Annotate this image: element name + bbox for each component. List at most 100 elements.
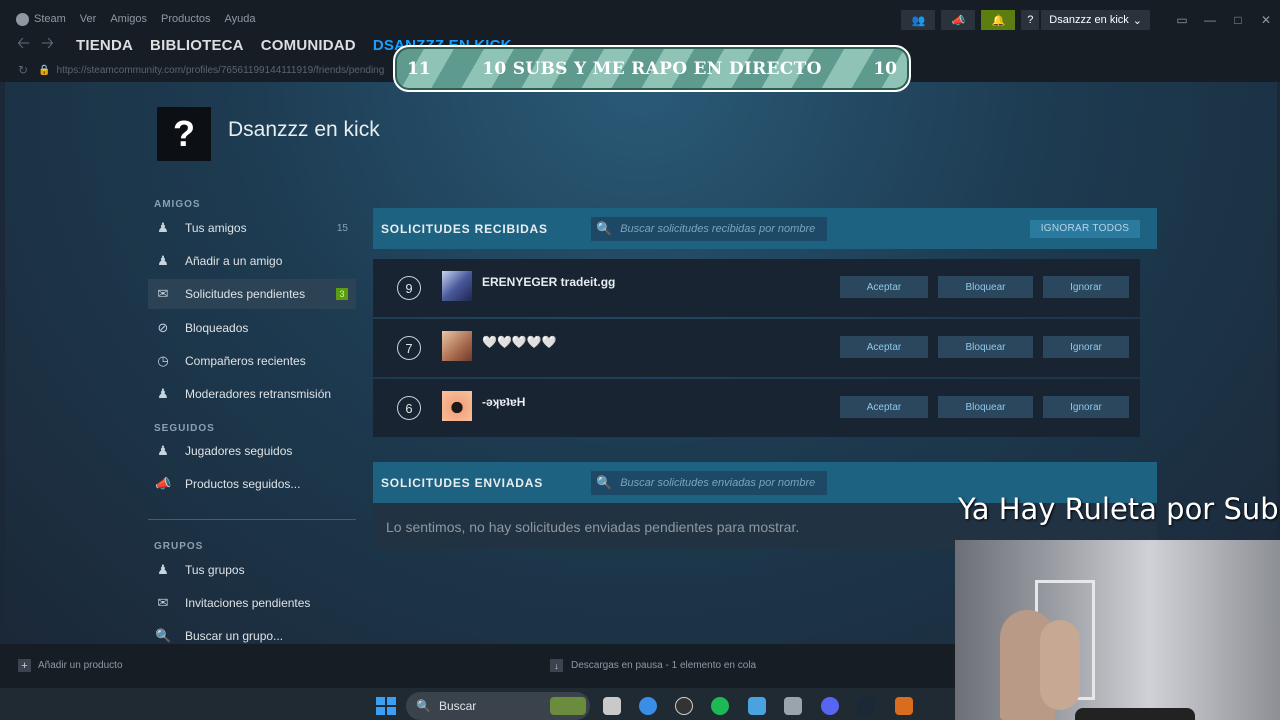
block-button[interactable]: Bloquear bbox=[938, 336, 1033, 358]
close-icon[interactable]: ✕ bbox=[1252, 13, 1280, 27]
webcam-feed bbox=[955, 540, 1280, 720]
sidebar-item-label: Invitaciones pendientes bbox=[185, 596, 311, 610]
account-menu-button[interactable]: Dsanzzz en kick ⌄ bbox=[1041, 10, 1150, 30]
sidebar-item-solicitudes-pendientes[interactable]: ✉ Solicitudes pendientes 3 bbox=[148, 279, 356, 309]
steam-taskbar-icon[interactable] bbox=[857, 697, 875, 715]
search-icon: 🔍 bbox=[596, 474, 613, 490]
received-search-input[interactable]: 🔍 Buscar solicitudes recibidas por nombr… bbox=[591, 216, 827, 241]
chrome-icon[interactable] bbox=[639, 697, 657, 715]
section-seguidos: SEGUIDOS bbox=[154, 423, 215, 434]
url-text[interactable]: https://steamcommunity.com/profiles/7656… bbox=[57, 65, 385, 76]
sidebar-item-anadir-amigo[interactable]: ♟ Añadir a un amigo bbox=[148, 246, 356, 276]
friends-activity-button[interactable]: 👥 bbox=[901, 10, 936, 30]
received-requests-header: SOLICITUDES RECIBIDAS 🔍 Buscar solicitud… bbox=[373, 208, 1157, 249]
back-arrow-icon[interactable]: 🡠 bbox=[17, 32, 35, 59]
sidebar-item-bloqueados[interactable]: ⊘ Bloqueados bbox=[148, 313, 356, 343]
sent-search-input[interactable]: 🔍 Buscar solicitudes enviadas por nombre bbox=[591, 470, 827, 495]
person-icon: ♟ bbox=[157, 386, 169, 401]
avatar[interactable] bbox=[442, 331, 472, 361]
accept-button[interactable]: Aceptar bbox=[840, 276, 928, 298]
add-person-icon: ♟ bbox=[157, 253, 169, 268]
ignore-button[interactable]: Ignorar bbox=[1043, 396, 1129, 418]
sidebar-item-companeros-recientes[interactable]: ◷ Compañeros recientes bbox=[148, 346, 356, 376]
add-product-button[interactable]: + Añadir un producto bbox=[18, 659, 123, 672]
sent-requests-title: SOLICITUDES ENVIADAS bbox=[381, 475, 544, 490]
steam-level-badge: 6 bbox=[397, 396, 421, 420]
people-icon: 👥 bbox=[911, 14, 926, 27]
menu-amigos[interactable]: Amigos bbox=[110, 13, 147, 25]
menu-ayuda[interactable]: Ayuda bbox=[225, 13, 256, 25]
avatar[interactable] bbox=[442, 271, 472, 301]
megaphone-icon: 📣 bbox=[951, 14, 966, 27]
sidebar-item-jugadores-seguidos[interactable]: ♟ Jugadores seguidos bbox=[148, 436, 356, 466]
minimize-icon[interactable]: — bbox=[1196, 13, 1224, 27]
request-name[interactable]: 🤍🤍🤍🤍🤍 bbox=[482, 335, 822, 349]
file-explorer-icon[interactable] bbox=[603, 697, 621, 715]
menu-ver[interactable]: Ver bbox=[80, 13, 97, 25]
account-name: Dsanzzz en kick bbox=[1049, 14, 1129, 26]
mail-icon: ✉ bbox=[157, 595, 169, 610]
clock-icon: ◷ bbox=[157, 353, 169, 368]
menu-steam[interactable]: Steam bbox=[34, 13, 66, 25]
nav-comunidad[interactable]: COMUNIDAD bbox=[261, 37, 356, 54]
ignore-button[interactable]: Ignorar bbox=[1043, 276, 1129, 298]
notepad-icon[interactable] bbox=[748, 697, 766, 715]
announcements-button[interactable]: 📣 bbox=[941, 10, 976, 30]
spotify-icon[interactable] bbox=[711, 697, 729, 715]
forward-arrow-icon[interactable]: 🡢 bbox=[41, 32, 59, 59]
menu-productos[interactable]: Productos bbox=[161, 13, 211, 25]
block-button[interactable]: Bloquear bbox=[938, 276, 1033, 298]
avatar[interactable] bbox=[442, 391, 472, 421]
profile-name[interactable]: Dsanzzz en kick bbox=[228, 118, 380, 142]
big-picture-icon[interactable]: ▭ bbox=[1168, 13, 1196, 27]
windows-taskbar: 🔍 Buscar bbox=[0, 688, 955, 720]
sidebar-item-tus-grupos[interactable]: ♟ Tus grupos bbox=[148, 555, 356, 585]
landscape-widget-icon[interactable] bbox=[550, 697, 586, 715]
accept-button[interactable]: Aceptar bbox=[840, 396, 928, 418]
nav-tienda[interactable]: TIENDA bbox=[76, 37, 133, 54]
calculator-icon[interactable] bbox=[784, 697, 802, 715]
sidebar-item-moderadores[interactable]: ♟ Moderadores retransmisión bbox=[148, 379, 356, 409]
friends-count: 15 bbox=[336, 222, 348, 234]
followed-person-icon: ♟ bbox=[157, 443, 169, 458]
friend-request-row: 7 🤍🤍🤍🤍🤍 Aceptar Bloquear Ignorar bbox=[373, 319, 1140, 377]
ignore-all-button[interactable]: IGNORAR TODOS bbox=[1030, 219, 1140, 238]
notifications-button[interactable]: 🔔 bbox=[981, 10, 1016, 30]
banner-text: 10 SUBS Y ME RAPO EN DIRECTO bbox=[482, 58, 822, 79]
request-name[interactable]: ERENYEGER tradeit.gg bbox=[482, 275, 822, 289]
section-grupos: GRUPOS bbox=[154, 541, 204, 552]
help-button[interactable]: ? bbox=[1021, 10, 1040, 30]
downloads-status[interactable]: ↓ Descargas en pausa - 1 elemento en col… bbox=[550, 659, 756, 672]
section-amigos: AMIGOS bbox=[154, 199, 201, 210]
sidebar-item-invitaciones[interactable]: ✉ Invitaciones pendientes bbox=[148, 588, 356, 618]
steam-level-badge: 9 bbox=[397, 276, 421, 300]
search-icon: 🔍 bbox=[596, 220, 613, 236]
accept-button[interactable]: Aceptar bbox=[840, 336, 928, 358]
sidebar-item-productos-seguidos[interactable]: 📣 Productos seguidos... bbox=[148, 469, 356, 499]
sidebar-item-label: Moderadores retransmisión bbox=[185, 387, 332, 401]
discord-icon[interactable] bbox=[821, 697, 839, 715]
sidebar-item-label: Añadir a un amigo bbox=[185, 254, 283, 268]
app-taskbar-icon[interactable] bbox=[895, 697, 913, 715]
sidebar-item-tus-amigos[interactable]: ♟ Tus amigos 15 bbox=[148, 213, 356, 243]
bell-icon: 🔔 bbox=[991, 14, 1006, 27]
reload-icon[interactable]: ↻ bbox=[18, 63, 28, 77]
ignore-button[interactable]: Ignorar bbox=[1043, 336, 1129, 358]
request-name[interactable]: -ǝʞɐʇɐH bbox=[482, 395, 822, 409]
blocked-icon: ⊘ bbox=[157, 320, 169, 335]
avatar[interactable]: ? bbox=[157, 107, 211, 161]
pending-badge: 3 bbox=[336, 288, 348, 300]
group-icon: ♟ bbox=[157, 562, 169, 577]
steam-level-badge: 7 bbox=[397, 336, 421, 360]
maximize-icon[interactable]: □ bbox=[1224, 13, 1252, 27]
steam-logo-icon bbox=[16, 12, 29, 26]
webcam-chair bbox=[1075, 708, 1195, 720]
sidebar-item-label: Tus amigos bbox=[185, 221, 247, 235]
banner-right-number: 10 bbox=[873, 58, 897, 79]
obs-icon[interactable] bbox=[675, 697, 693, 715]
received-requests-title: SOLICITUDES RECIBIDAS bbox=[381, 221, 548, 236]
windows-start-icon[interactable] bbox=[376, 697, 396, 715]
block-button[interactable]: Bloquear bbox=[938, 396, 1033, 418]
nav-biblioteca[interactable]: BIBLIOTECA bbox=[150, 37, 244, 54]
downloads-label: Descargas en pausa - 1 elemento en cola bbox=[571, 660, 757, 671]
